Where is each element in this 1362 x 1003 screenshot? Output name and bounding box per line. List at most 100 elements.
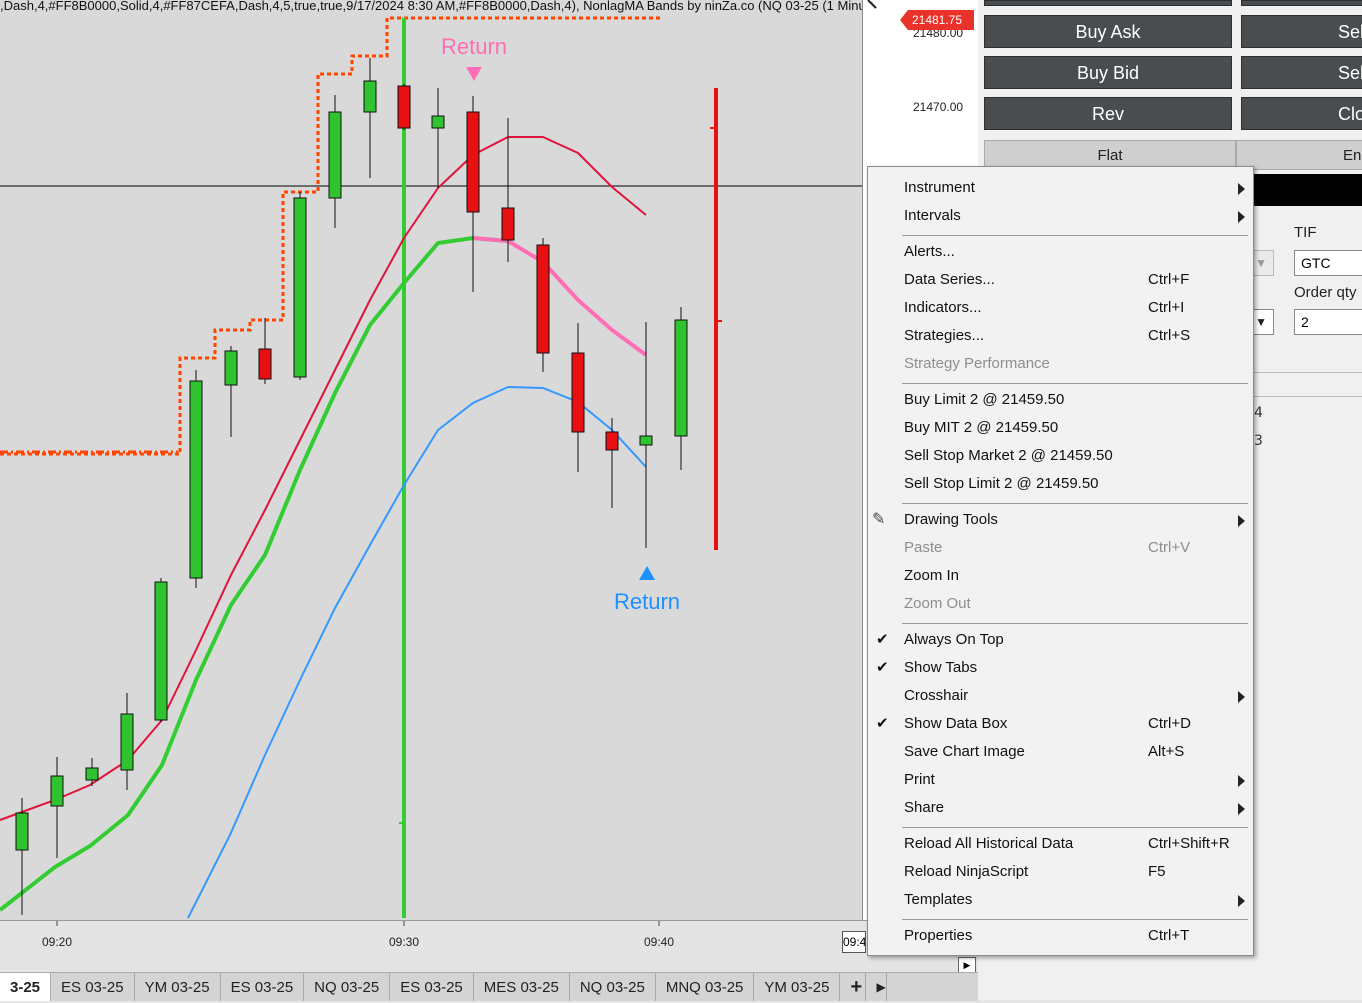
menu-item-shortcut: F5 [1148,863,1166,880]
candle-bull [189,380,203,579]
price-chart[interactable]: Return Return [0,0,862,920]
menu-item-zoom-in[interactable]: Zoom In [868,562,1253,590]
menu-separator [902,235,1248,236]
time-label: 09:20 [42,935,73,949]
tab-instrument[interactable]: ES 03-25 [221,973,305,1001]
submenu-arrow-icon [1238,183,1245,195]
chevron-down-icon: ▼ [1255,315,1267,329]
menu-item-reload-all-historical-data[interactable]: Reload All Historical Data Ctrl+Shift+R [868,830,1253,858]
menu-item-reload-ninjascript[interactable]: Reload NinjaScript F5 [868,858,1253,886]
menu-item-label: Zoom In [904,567,960,584]
menu-item-alerts[interactable]: Alerts... [868,238,1253,266]
order-qty-input[interactable]: 2 [1294,309,1362,335]
buy-bid-button[interactable]: Buy Bid [984,56,1232,89]
candle-bull [639,435,653,446]
menu-item-strategy-performance: Strategy Performance [868,350,1253,378]
menu-separator [902,827,1248,828]
return-top-marker [466,67,482,81]
lower-band-line [187,385,647,919]
candle-bull [224,350,238,386]
tab-instrument[interactable]: MNQ 03-25 [656,973,755,1001]
return-bottom-marker [639,566,655,580]
sell-bid-button[interactable]: Sell [1241,56,1362,89]
tab-instrument[interactable]: ES 03-25 [51,973,135,1001]
panel-button-top-left[interactable] [984,0,1232,6]
menu-item-label: Show Tabs [904,659,978,676]
menu-item-share[interactable]: Share [868,794,1253,822]
menu-item-show-tabs[interactable]: ✔ Show Tabs [868,654,1253,682]
buy-ask-button[interactable]: Buy Ask [984,15,1232,48]
add-tab-icon[interactable]: + [840,973,867,1001]
candle-bull [85,767,99,781]
panel-button-top-right[interactable] [1241,0,1362,6]
candle-bear [605,431,619,451]
menu-item-indicators[interactable]: Indicators... Ctrl+I [868,294,1253,322]
candle-bull [15,812,29,851]
menu-item-label: Drawing Tools [904,511,998,528]
menu-item-paste: Paste Ctrl+V [868,534,1253,562]
pencil-icon: ✎ [872,511,886,528]
menu-item-shortcut: Ctrl+S [1148,327,1191,344]
submenu-arrow-icon [1238,211,1245,223]
menu-item-label: Strategy Performance [904,355,1050,372]
tif-select[interactable]: GTC [1294,250,1362,276]
submenu-arrow-icon [1238,895,1245,907]
menu-item-label: Sell Stop Market 2 @ 21459.50 [904,447,1113,464]
entry-status: En [1236,140,1362,170]
candle-bull [50,775,64,807]
tab-scroll-icon[interactable]: ▶ [866,973,888,1001]
menu-item-label: Buy MIT 2 @ 21459.50 [904,419,1059,436]
tab-instrument[interactable]: YM 03-25 [754,973,841,1001]
menu-item-buy-mit-2-21459-50[interactable]: Buy MIT 2 @ 21459.50 [868,414,1253,442]
menu-item-save-chart-image[interactable]: Save Chart Image Alt+S [868,738,1253,766]
menu-item-instrument[interactable]: Instrument [868,174,1253,202]
menu-item-strategies[interactable]: Strategies... Ctrl+S [868,322,1253,350]
menu-item-sell-stop-market-2-21459-50[interactable]: Sell Stop Market 2 @ 21459.50 [868,442,1253,470]
chart-area[interactable]: Return Return ,Dash,4,#FF8B0000,Solid,4,… [0,0,862,920]
return-top-label: Return [441,34,507,59]
menu-item-drawing-tools[interactable]: ✎ Drawing Tools [868,506,1253,534]
menu-item-label: Intervals [904,207,961,224]
menu-item-data-series[interactable]: Data Series... Ctrl+F [868,266,1253,294]
menu-item-always-on-top[interactable]: ✔ Always On Top [868,626,1253,654]
tab-instrument[interactable]: 3-25 [0,973,52,1001]
chart-scroll-corner-icon [867,0,877,9]
menu-item-label: Instrument [904,179,975,196]
menu-item-label: Share [904,799,945,816]
tab-instrument[interactable]: NQ 03-25 [570,973,656,1001]
menu-item-templates[interactable]: Templates [868,886,1253,914]
menu-item-zoom-out: Zoom Out [868,590,1253,618]
upper-band-line [0,136,647,821]
menu-item-buy-limit-2-21459-50[interactable]: Buy Limit 2 @ 21459.50 [868,386,1253,414]
close-button[interactable]: Clo [1241,97,1362,130]
candle-bear [397,85,411,129]
menu-item-intervals[interactable]: Intervals [868,202,1253,230]
candle-bear [466,111,480,213]
menu-item-crosshair[interactable]: Crosshair [868,682,1253,710]
order-qty-label: Order qty [1294,284,1357,301]
tab-instrument[interactable]: NQ 03-25 [304,973,391,1001]
sell-ask-button[interactable]: Sell [1241,15,1362,48]
time-axis[interactable]: 09:20 09:30 09:40 09:4 [0,920,978,971]
menu-item-label: Paste [904,539,943,556]
middle-band-pink [472,236,648,357]
menu-item-show-data-box[interactable]: ✔ Show Data Box Ctrl+D [868,710,1253,738]
tab-instrument[interactable]: YM 03-25 [135,973,221,1001]
menu-item-print[interactable]: Print [868,766,1253,794]
upper-stair-line [0,16,660,456]
menu-item-properties[interactable]: Properties Ctrl+T [868,922,1253,950]
menu-item-label: Zoom Out [904,595,971,612]
menu-item-label: Print [904,771,935,788]
menu-item-label: Data Series... [904,271,995,288]
menu-item-label: Reload NinjaScript [904,863,1029,880]
reverse-button[interactable]: Rev [984,97,1232,130]
tab-instrument[interactable]: ES 03-25 [390,973,474,1001]
time-label: 09:40 [644,935,675,949]
time-axis-ticks [56,921,660,926]
candle-bear [571,352,585,433]
tab-instrument[interactable]: MES 03-25 [474,973,570,1001]
candle-bull [154,581,168,721]
chart-title: ,Dash,4,#FF8B0000,Solid,4,#FF87CEFA,Dash… [0,0,862,13]
time-label: 09:30 [389,935,420,949]
menu-item-sell-stop-limit-2-21459-50[interactable]: Sell Stop Limit 2 @ 21459.50 [868,470,1253,498]
